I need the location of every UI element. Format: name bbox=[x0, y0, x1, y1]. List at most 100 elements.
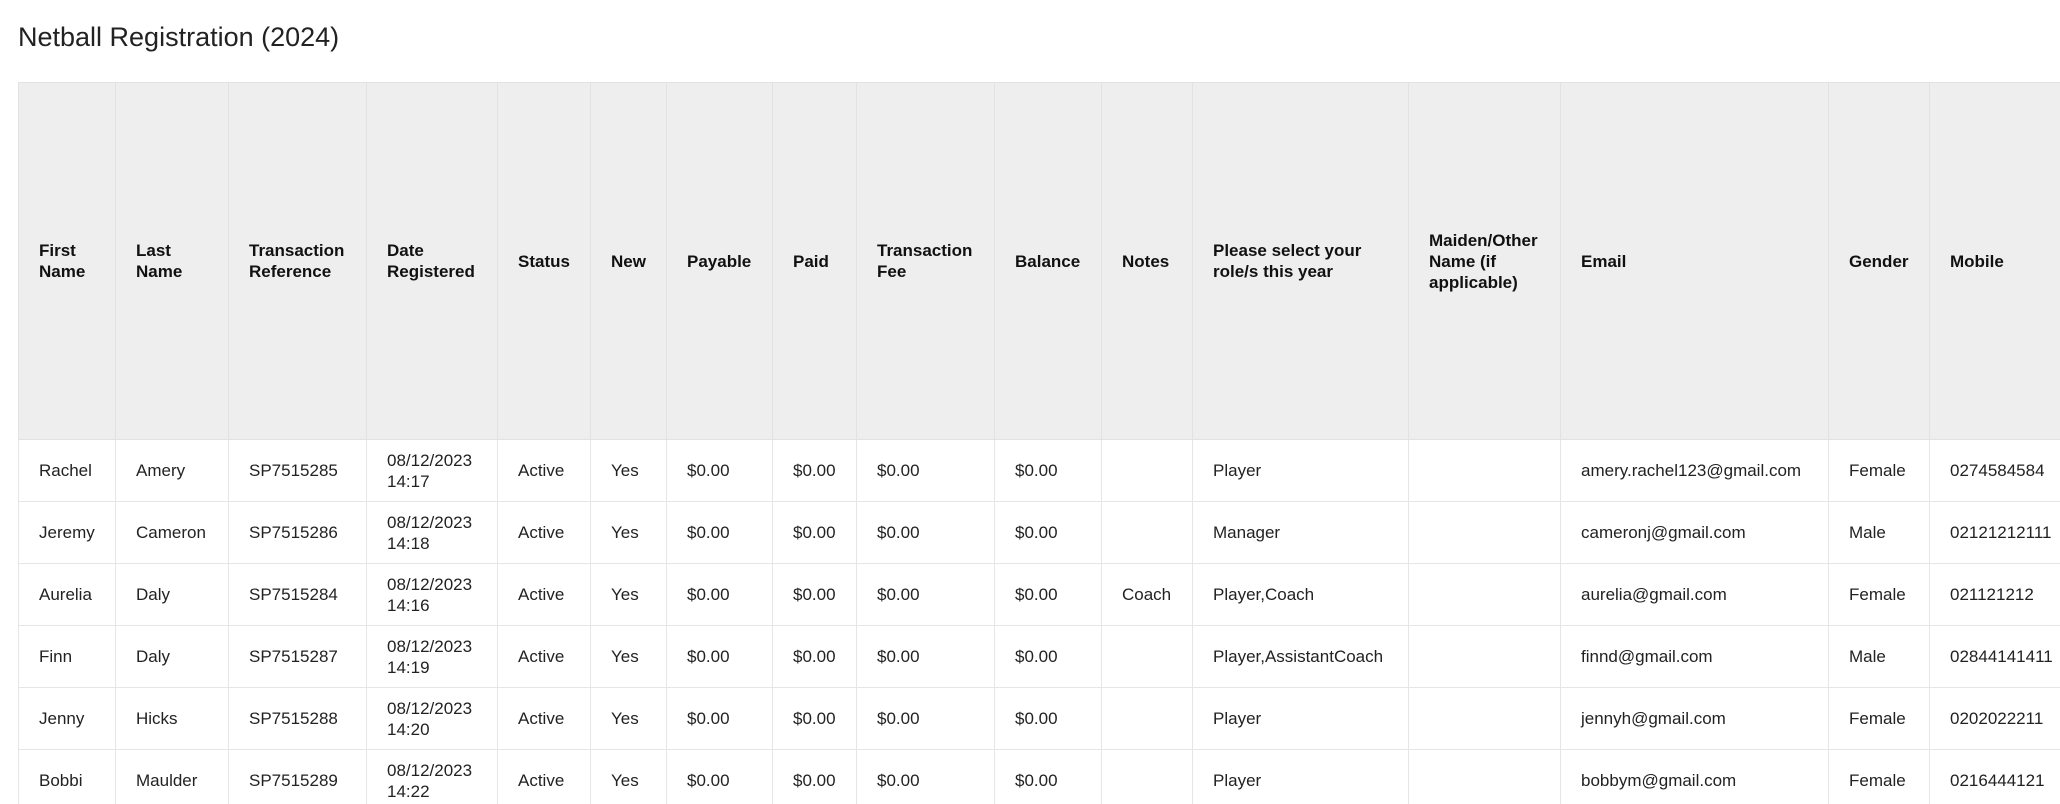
cell-roles: Player,AssistantCoach bbox=[1192, 625, 1409, 688]
column-header-mobile[interactable]: Mobile bbox=[1929, 82, 2060, 440]
column-header-gender[interactable]: Gender bbox=[1828, 82, 1930, 440]
cell-status: Active bbox=[497, 439, 591, 502]
column-header-last-name[interactable]: Last Name bbox=[115, 82, 229, 440]
cell-roles: Player bbox=[1192, 439, 1409, 502]
cell-first-name: Aurelia bbox=[18, 563, 116, 626]
cell-first-name: Jeremy bbox=[18, 501, 116, 564]
cell-mobile: 02121212111 bbox=[1929, 501, 2060, 564]
cell-transaction-fee: $0.00 bbox=[856, 687, 995, 750]
column-header-new[interactable]: New bbox=[590, 82, 667, 440]
column-header-date-registered[interactable]: Date Registered bbox=[366, 82, 498, 440]
cell-paid: $0.00 bbox=[772, 749, 857, 804]
cell-balance: $0.00 bbox=[994, 749, 1102, 804]
cell-transaction-fee: $0.00 bbox=[856, 749, 995, 804]
registration-table-container[interactable]: First Name Last Name Transaction Reference… bbox=[18, 82, 2060, 804]
cell-status: Active bbox=[497, 501, 591, 564]
cell-roles: Player,Coach bbox=[1192, 563, 1409, 626]
cell-maiden-name bbox=[1408, 563, 1561, 626]
cell-email[interactable]: aurelia@gmail.com bbox=[1560, 563, 1829, 626]
cell-email[interactable]: bobbym@gmail.com bbox=[1560, 749, 1829, 804]
cell-notes: Coach bbox=[1101, 563, 1193, 626]
table-row[interactable]: Aurelia Daly SP7515284 08/12/2023 14:16 Acti… bbox=[18, 563, 2060, 626]
cell-email[interactable]: cameronj@gmail.com bbox=[1560, 501, 1829, 564]
cell-last-name: Cameron bbox=[115, 501, 229, 564]
cell-payable: $0.00 bbox=[666, 687, 773, 750]
column-header-maiden-name[interactable]: Maiden/Other Name (if applicable) bbox=[1408, 82, 1561, 440]
cell-email[interactable]: amery.rachel123@gmail.com bbox=[1560, 439, 1829, 502]
cell-roles: Player bbox=[1192, 687, 1409, 750]
cell-date-registered: 08/12/2023 14:19 bbox=[366, 625, 498, 688]
cell-date-registered: 08/12/2023 14:17 bbox=[366, 439, 498, 502]
table-header-row: First Name Last Name Transaction Reference… bbox=[18, 82, 2060, 440]
cell-payable: $0.00 bbox=[666, 439, 773, 502]
registration-table: First Name Last Name Transaction Reference… bbox=[18, 82, 2060, 804]
column-header-balance[interactable]: Balance bbox=[994, 82, 1102, 440]
cell-balance: $0.00 bbox=[994, 501, 1102, 564]
cell-payable: $0.00 bbox=[666, 563, 773, 626]
cell-notes bbox=[1101, 625, 1193, 688]
table-row[interactable]: Jenny Hicks SP7515288 08/12/2023 14:20 Activ… bbox=[18, 687, 2060, 750]
column-header-first-name[interactable]: First Name bbox=[18, 82, 116, 440]
cell-mobile: 0202022211 bbox=[1929, 687, 2060, 750]
table-header: First Name Last Name Transaction Reference… bbox=[18, 82, 2060, 440]
cell-status: Active bbox=[497, 563, 591, 626]
cell-payable: $0.00 bbox=[666, 749, 773, 804]
cell-maiden-name bbox=[1408, 439, 1561, 502]
cell-last-name: Daly bbox=[115, 563, 229, 626]
table-row[interactable]: Rachel Amery SP7515285 08/12/2023 14:17 Acti… bbox=[18, 439, 2060, 502]
table-body: Rachel Amery SP7515285 08/12/2023 14:17 Acti… bbox=[18, 439, 2060, 804]
cell-notes bbox=[1101, 687, 1193, 750]
cell-last-name: Daly bbox=[115, 625, 229, 688]
cell-first-name: Finn bbox=[18, 625, 116, 688]
table-row[interactable]: Finn Daly SP7515287 08/12/2023 14:19 Active Y… bbox=[18, 625, 2060, 688]
cell-email[interactable]: finnd@gmail.com bbox=[1560, 625, 1829, 688]
cell-balance: $0.00 bbox=[994, 439, 1102, 502]
cell-date-registered: 08/12/2023 14:22 bbox=[366, 749, 498, 804]
cell-transaction-fee: $0.00 bbox=[856, 501, 995, 564]
cell-last-name: Amery bbox=[115, 439, 229, 502]
cell-paid: $0.00 bbox=[772, 563, 857, 626]
cell-balance: $0.00 bbox=[994, 625, 1102, 688]
column-header-status[interactable]: Status bbox=[497, 82, 591, 440]
page-title: Netball Registration (2024) bbox=[18, 22, 340, 52]
cell-maiden-name bbox=[1408, 625, 1561, 688]
column-header-paid[interactable]: Paid bbox=[772, 82, 857, 440]
cell-mobile: 021121212 bbox=[1929, 563, 2060, 626]
cell-first-name: Bobbi bbox=[18, 749, 116, 804]
cell-transaction-reference: SP7515287 bbox=[228, 625, 367, 688]
cell-first-name: Jenny bbox=[18, 687, 116, 750]
cell-new: Yes bbox=[590, 563, 667, 626]
cell-maiden-name bbox=[1408, 749, 1561, 804]
cell-transaction-fee: $0.00 bbox=[856, 563, 995, 626]
cell-notes bbox=[1101, 439, 1193, 502]
cell-balance: $0.00 bbox=[994, 687, 1102, 750]
cell-mobile: 02844141411 bbox=[1929, 625, 2060, 688]
table-row[interactable]: Bobbi Maulder SP7515289 08/12/2023 14:22 Act… bbox=[18, 749, 2060, 804]
cell-new: Yes bbox=[590, 625, 667, 688]
cell-paid: $0.00 bbox=[772, 439, 857, 502]
table-row[interactable]: Jeremy Cameron SP7515286 08/12/2023 14:18 Ac… bbox=[18, 501, 2060, 564]
cell-payable: $0.00 bbox=[666, 501, 773, 564]
cell-gender: Female bbox=[1828, 687, 1930, 750]
cell-new: Yes bbox=[590, 749, 667, 804]
cell-maiden-name bbox=[1408, 501, 1561, 564]
column-header-roles[interactable]: Please select your role/s this year bbox=[1192, 82, 1409, 440]
cell-date-registered: 08/12/2023 14:16 bbox=[366, 563, 498, 626]
cell-transaction-reference: SP7515284 bbox=[228, 563, 367, 626]
column-header-transaction-reference[interactable]: Transaction Reference bbox=[228, 82, 367, 440]
cell-email[interactable]: jennyh@gmail.com bbox=[1560, 687, 1829, 750]
column-header-email[interactable]: Email bbox=[1560, 82, 1829, 440]
cell-gender: Female bbox=[1828, 439, 1930, 502]
column-header-notes[interactable]: Notes bbox=[1101, 82, 1193, 440]
cell-date-registered: 08/12/2023 14:18 bbox=[366, 501, 498, 564]
cell-notes bbox=[1101, 501, 1193, 564]
cell-gender: Female bbox=[1828, 563, 1930, 626]
column-header-payable[interactable]: Payable bbox=[666, 82, 773, 440]
cell-transaction-fee: $0.00 bbox=[856, 439, 995, 502]
cell-transaction-reference: SP7515288 bbox=[228, 687, 367, 750]
cell-mobile: 0274584584 bbox=[1929, 439, 2060, 502]
cell-new: Yes bbox=[590, 439, 667, 502]
cell-transaction-reference: SP7515286 bbox=[228, 501, 367, 564]
column-header-transaction-fee[interactable]: Transaction Fee bbox=[856, 82, 995, 440]
cell-gender: Male bbox=[1828, 625, 1930, 688]
